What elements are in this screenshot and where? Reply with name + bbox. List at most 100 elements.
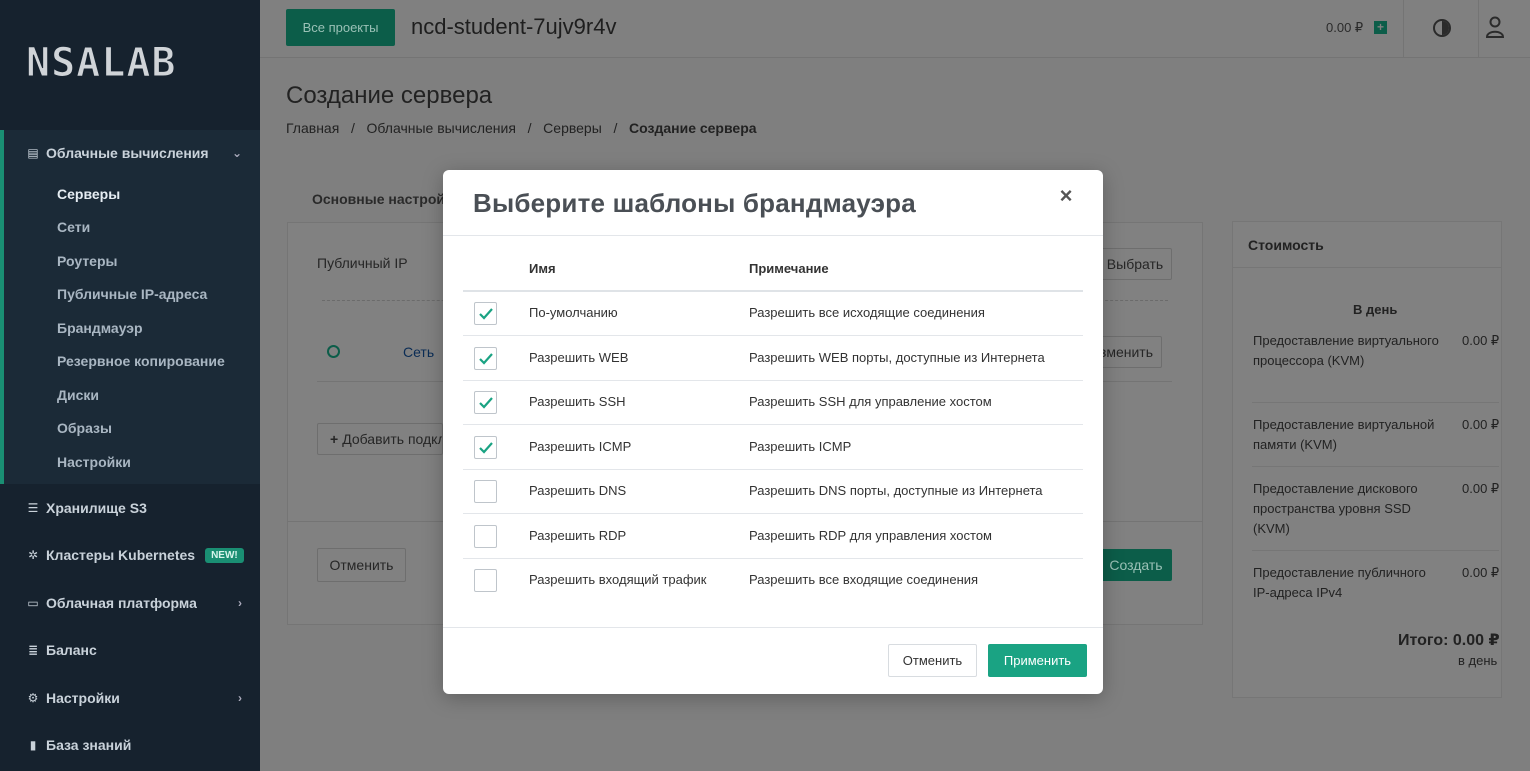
breadcrumb-separator: / — [343, 120, 363, 136]
column-header-name: Имя — [529, 261, 556, 276]
template-name: Разрешить RDP — [529, 527, 627, 543]
divider — [1252, 402, 1499, 403]
sidebar-item-label: База знаний — [46, 737, 132, 753]
sidebar-sub-images[interactable]: Образы — [57, 420, 112, 436]
tab-main-settings[interactable]: Основные настройки — [312, 191, 461, 207]
table-row[interactable]: Разрешить SSH Разрешить SSH для управлени… — [463, 380, 1083, 425]
breadcrumb-servers[interactable]: Серверы — [543, 120, 602, 136]
template-checkbox[interactable] — [474, 391, 497, 414]
sidebar-sub-networks[interactable]: Сети — [57, 219, 90, 235]
chevron-right-icon: › — [238, 596, 242, 610]
template-checkbox[interactable] — [474, 524, 497, 548]
change-button[interactable]: Изменить — [1098, 336, 1162, 368]
breadcrumb-separator: / — [519, 120, 540, 136]
cost-item-disk: Предоставление дискового пространства ур… — [1253, 481, 1418, 536]
table-row[interactable]: Разрешить входящий трафик Разрешить все в… — [463, 558, 1083, 603]
table-row[interactable]: По-умолчанию Разрешить все исходящие соед… — [463, 291, 1083, 336]
kubernetes-icon: ✲ — [27, 548, 39, 562]
server-stack-icon: ▤ — [27, 146, 39, 160]
modal-cancel-button[interactable]: Отменить — [888, 644, 977, 677]
all-projects-button[interactable]: Все проекты — [286, 9, 395, 46]
breadcrumb-cloud[interactable]: Облачные вычисления — [367, 120, 516, 136]
project-name: ncd-student-7ujv9r4v — [411, 14, 617, 39]
template-note: Разрешить все входящие соединения — [749, 572, 979, 587]
add-connection-button[interactable]: +Добавить подключение — [317, 423, 443, 455]
template-name: По-умолчанию — [529, 305, 618, 320]
nsalab-logo[interactable]: NSALAB — [26, 40, 236, 87]
create-button[interactable]: Создать — [1100, 549, 1172, 581]
template-name: Разрешить SSH — [529, 394, 626, 409]
database-icon: ☰ — [27, 501, 39, 515]
sidebar-item-cloud-computing[interactable]: ▤ Облачные вычисления ⌄ — [0, 138, 260, 168]
book-icon: ▮ — [29, 738, 37, 752]
breadcrumb: Главная / Облачные вычисления / Серверы … — [286, 120, 757, 136]
table-row[interactable]: Разрешить WEB Разрешить WEB порты, доступ… — [463, 336, 1083, 381]
template-checkbox[interactable] — [474, 302, 497, 325]
cost-value-cpu: 0.00 ₽ — [1462, 333, 1500, 348]
template-note: Разрешить DNS порты, доступные из Интерн… — [749, 483, 1043, 498]
sidebar-sub-disks[interactable]: Диски — [57, 387, 99, 403]
template-note: Разрешить ICMP — [749, 438, 852, 454]
cloud-computing-group — [0, 130, 260, 484]
gears-icon: ⚙ — [27, 691, 39, 705]
divider — [1403, 0, 1404, 58]
template-note: Разрешить все исходящие соединения — [749, 305, 985, 320]
sidebar-sub-backup[interactable]: Резервное копирование — [57, 353, 225, 369]
template-name: Разрешить ICMP — [529, 438, 632, 454]
cost-total: Итого: 0.00 ₽ — [1398, 632, 1500, 649]
cost-item-ip: Предоставление публичного IP-адреса IPv4 — [1253, 565, 1426, 600]
user-icon[interactable] — [1485, 16, 1505, 38]
close-icon[interactable]: × — [1057, 184, 1075, 208]
add-funds-icon[interactable]: + — [1374, 21, 1387, 34]
sidebar-item-label: Облачные вычисления — [46, 145, 209, 161]
sidebar: NSALAB ▤ Облачные вычисления ⌄ Серверы С… — [0, 0, 260, 771]
table-row[interactable]: Разрешить RDP Разрешить RDP для управлени… — [463, 514, 1083, 559]
modal-title: Выберите шаблоны брандмауэра — [473, 188, 916, 218]
network-link[interactable]: Сеть — [403, 344, 434, 360]
breadcrumb-separator: / — [605, 120, 626, 136]
template-checkbox[interactable] — [474, 346, 497, 370]
sidebar-item-knowledge-base[interactable]: ▮ База знаний — [0, 730, 260, 760]
check-icon — [479, 441, 493, 454]
divider — [1252, 466, 1499, 467]
theme-toggle-icon[interactable] — [1433, 19, 1451, 37]
template-checkbox[interactable] — [474, 435, 497, 459]
cost-per-day-header: В день — [1353, 302, 1398, 317]
sidebar-sub-servers[interactable]: Серверы — [57, 186, 120, 202]
table-row[interactable]: Разрешить DNS Разрешить DNS порты, доступ… — [463, 469, 1083, 514]
divider — [1252, 550, 1499, 551]
sidebar-item-label: Баланс — [46, 642, 97, 658]
firewall-templates-modal: Выберите шаблоны брандмауэра × Имя Приме… — [443, 170, 1103, 694]
sidebar-item-cloud-platform[interactable]: ▭ Облачная платформа › — [0, 588, 260, 618]
template-note: Разрешить WEB порты, доступные из Интерн… — [749, 349, 1045, 365]
balance-amount: 0.00 ₽ — [1326, 20, 1364, 35]
cost-title: Стоимость — [1248, 237, 1324, 253]
cost-item-ram: Предоставление виртуальной памяти (KVM) — [1253, 417, 1435, 452]
cost-value-disk: 0.00 ₽ — [1462, 481, 1500, 496]
column-header-note: Примечание — [749, 261, 829, 276]
cost-value-ram: 0.00 ₽ — [1462, 417, 1500, 432]
sidebar-sub-routers[interactable]: Роутеры — [57, 253, 117, 269]
network-radio[interactable] — [327, 345, 340, 358]
template-checkbox[interactable] — [474, 480, 497, 503]
monitor-icon: ▭ — [27, 596, 39, 610]
breadcrumb-home[interactable]: Главная — [286, 120, 339, 136]
sidebar-item-settings[interactable]: ⚙ Настройки › — [0, 683, 260, 713]
sidebar-sub-public-ips[interactable]: Публичные IP-адреса — [57, 286, 207, 302]
chevron-right-icon: › — [238, 691, 242, 705]
select-button[interactable]: Выбрать — [1098, 248, 1172, 280]
sidebar-item-balance[interactable]: ≣ Баланс — [0, 635, 260, 665]
template-name: Разрешить WEB — [529, 349, 629, 365]
form-cancel-button[interactable]: Отменить — [317, 548, 406, 582]
sidebar-item-label: Облачная платформа — [46, 595, 197, 611]
template-checkbox[interactable] — [474, 569, 497, 592]
apply-button[interactable]: Применить — [988, 644, 1087, 677]
check-icon — [479, 308, 493, 320]
template-name: Разрешить входящий трафик — [529, 572, 707, 587]
add-connection-label: Добавить подключение — [342, 431, 443, 447]
table-row[interactable]: Разрешить ICMP Разрешить ICMP — [463, 425, 1083, 470]
sidebar-sub-settings[interactable]: Настройки — [57, 454, 131, 470]
sidebar-item-kubernetes[interactable]: ✲ Кластеры Kubernetes NEW! — [0, 540, 260, 570]
sidebar-sub-firewall[interactable]: Брандмауэр — [57, 320, 143, 336]
sidebar-item-s3[interactable]: ☰ Хранилище S3 — [0, 493, 260, 523]
